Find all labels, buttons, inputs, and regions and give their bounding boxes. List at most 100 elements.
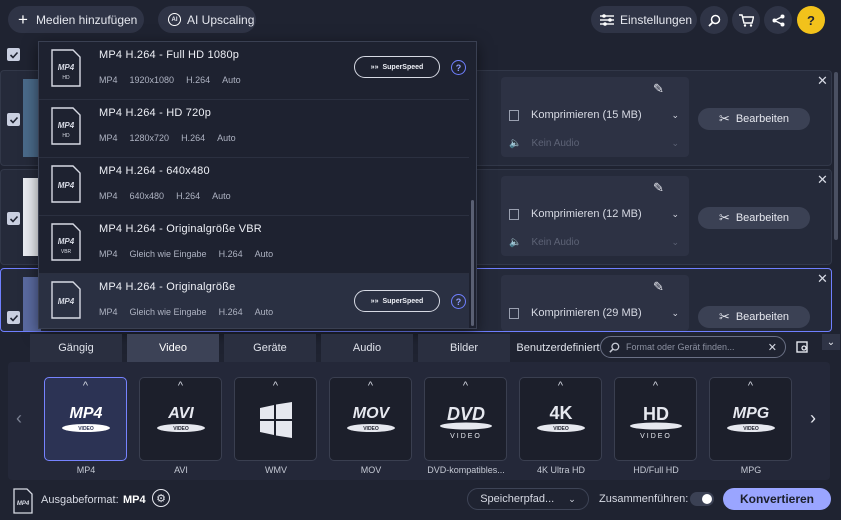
preset-dropdown: MP4 HD MP4 H.264 - Full HD 1080p MP4 1920… <box>38 41 477 329</box>
output-format-icon: MP4 <box>13 488 33 514</box>
tab-images[interactable]: Bilder <box>418 334 510 362</box>
edit-button[interactable]: ✂ Bearbeiten <box>698 108 810 130</box>
compress-dropdown[interactable]: Komprimieren (12 MB) ⌄ <box>509 202 679 226</box>
help-icon: ? <box>807 12 815 28</box>
tab-video[interactable]: Video <box>127 334 219 362</box>
chevron-down-icon: ⌄ <box>671 109 679 120</box>
format-mov[interactable]: ^ MOV VIDEO <box>329 377 412 461</box>
svg-text:4K: 4K <box>549 404 572 423</box>
mp4-logo-icon: MP4 VIDEO <box>61 405 110 432</box>
tab-custom[interactable]: Benutzerdefiniert <box>515 334 601 362</box>
preset-item[interactable]: MP4 MP4 H.264 - Originalgröße MP4 Gleich… <box>39 274 469 328</box>
pencil-icon[interactable]: ✎ <box>653 279 664 295</box>
remove-file-button[interactable]: ✕ <box>817 172 828 188</box>
speaker-icon: 🔈 <box>509 236 522 248</box>
format-hd[interactable]: ^ HD VIDEO <box>614 377 697 461</box>
format-4k[interactable]: ^ 4K VIDEO <box>519 377 602 461</box>
format-dvd[interactable]: ^ DVD VIDEO <box>424 377 507 461</box>
chevron-down-icon: ⌄ <box>671 236 679 247</box>
remove-file-button[interactable]: ✕ <box>817 271 828 287</box>
compress-dropdown[interactable]: Komprimieren (29 MB) ⌄ <box>509 301 679 325</box>
svg-text:HD: HD <box>62 133 70 139</box>
add-media-button[interactable]: + Medien hinzufügen <box>8 6 144 33</box>
svg-text:MPG: MPG <box>732 405 768 422</box>
audio-dropdown[interactable]: 🔈 Kein Audio ⌄ <box>509 133 679 153</box>
search-placeholder: Format oder Gerät finden... <box>626 342 735 352</box>
svg-text:VBR: VBR <box>61 249 72 255</box>
audio-label: Kein Audio <box>531 236 580 248</box>
preset-title: MP4 H.264 - HD 720p <box>99 107 212 119</box>
cart-button[interactable] <box>732 6 760 34</box>
clear-icon[interactable]: ✕ <box>768 341 777 354</box>
edit-button[interactable]: ✂ Bearbeiten <box>698 207 810 229</box>
speaker-icon: 🔈 <box>509 137 522 149</box>
convert-button[interactable]: Konvertieren <box>723 488 831 510</box>
settings-button[interactable]: Einstellungen <box>591 6 697 33</box>
help-button[interactable]: ? <box>797 6 825 34</box>
help-icon[interactable]: ? <box>451 60 466 75</box>
pencil-icon[interactable]: ✎ <box>653 180 664 196</box>
chevron-up-icon: ^ <box>557 380 564 392</box>
tab-devices[interactable]: Geräte <box>224 334 316 362</box>
gear-icon[interactable]: ⚙ <box>152 489 170 507</box>
select-all-checkbox[interactable] <box>7 48 20 61</box>
preset-title: MP4 H.264 - Originalgröße VBR <box>99 223 262 235</box>
chevron-right-icon[interactable]: › <box>810 408 816 429</box>
compress-label: Komprimieren (12 MB) <box>531 208 642 220</box>
svg-text:MP4: MP4 <box>17 501 30 507</box>
preset-item[interactable]: MP4 VBR MP4 H.264 - Originalgröße VBR MP4… <box>39 216 469 274</box>
save-path-dropdown[interactable]: Speicherpfad... ⌄ <box>467 488 589 510</box>
preset-item[interactable]: MP4 HD MP4 H.264 - Full HD 1080p MP4 1920… <box>39 42 469 100</box>
spec-bitrate: Auto <box>254 249 274 259</box>
svg-text:AVI: AVI <box>167 405 194 422</box>
preset-specs: MP4 640x480 H.264 Auto <box>99 191 231 201</box>
file-checkbox[interactable] <box>7 212 20 225</box>
file-checkbox[interactable] <box>7 311 20 324</box>
pencil-icon[interactable]: ✎ <box>653 81 664 97</box>
svg-text:MP4: MP4 <box>58 297 75 306</box>
audio-dropdown[interactable]: 🔈 Kein Audio ⌄ <box>509 232 679 252</box>
compress-dropdown[interactable]: Komprimieren (15 MB) ⌄ <box>509 103 679 127</box>
share-button[interactable] <box>764 6 792 34</box>
format-search[interactable]: Format oder Gerät finden... ✕ <box>600 336 786 358</box>
merge-toggle[interactable] <box>690 492 714 506</box>
spec-bitrate: Auto <box>212 191 231 201</box>
edit-button[interactable]: ✂ Bearbeiten <box>698 306 810 328</box>
dropdown-scrollbar[interactable] <box>471 200 474 326</box>
format-label: AVI <box>174 465 188 475</box>
scissors-icon: ✂ <box>718 309 730 324</box>
avi-logo-icon: AVI VIDEO <box>156 405 205 432</box>
open-folder-button[interactable] <box>796 340 809 356</box>
collapse-panel-button[interactable]: ⌄ <box>822 334 840 350</box>
sliders-icon <box>600 13 614 26</box>
search-button[interactable] <box>700 6 728 34</box>
format-mp4[interactable]: ^ MP4 VIDEO <box>44 377 127 461</box>
format-avi[interactable]: ^ AVI VIDEO <box>139 377 222 461</box>
chevron-up-icon: ^ <box>652 380 659 392</box>
help-icon[interactable]: ? <box>451 294 466 309</box>
preset-title: MP4 H.264 - Full HD 1080p <box>99 49 240 61</box>
format-mpg[interactable]: ^ MPG VIDEO <box>709 377 792 461</box>
spec-bitrate: Auto <box>222 75 241 85</box>
check-icon <box>9 51 18 59</box>
audio-label: Kein Audio <box>531 137 580 149</box>
svg-text:DVD: DVD <box>446 404 484 424</box>
file-checkbox[interactable] <box>7 113 20 126</box>
format-wmv[interactable]: ^ <box>234 377 317 461</box>
preset-specs: MP4 1280x720 H.264 Auto <box>99 133 236 143</box>
chevron-up-icon: ^ <box>367 380 374 392</box>
remove-file-button[interactable]: ✕ <box>817 73 828 89</box>
tab-popular[interactable]: Gängig <box>30 334 122 362</box>
dvd-logo-icon: DVD VIDEO <box>439 404 492 440</box>
ai-upscaling-label: AI Upscaling <box>187 12 255 27</box>
ai-upscaling-button[interactable]: AI AI Upscaling <box>158 6 256 33</box>
chevron-left-icon[interactable]: ‹ <box>16 408 22 429</box>
spec-bitrate: Auto <box>217 133 236 143</box>
compress-label: Komprimieren (15 MB) <box>531 109 642 121</box>
output-settings-box: ✎ Komprimieren (29 MB) ⌄ <box>501 275 689 331</box>
edit-label: Bearbeiten <box>735 113 790 125</box>
file-list-scrollbar[interactable] <box>834 72 838 240</box>
preset-item[interactable]: MP4 MP4 H.264 - 640x480 MP4 640x480 H.26… <box>39 158 469 216</box>
tab-audio[interactable]: Audio <box>321 334 413 362</box>
preset-item[interactable]: MP4 HD MP4 H.264 - HD 720p MP4 1280x720 H… <box>39 100 469 158</box>
